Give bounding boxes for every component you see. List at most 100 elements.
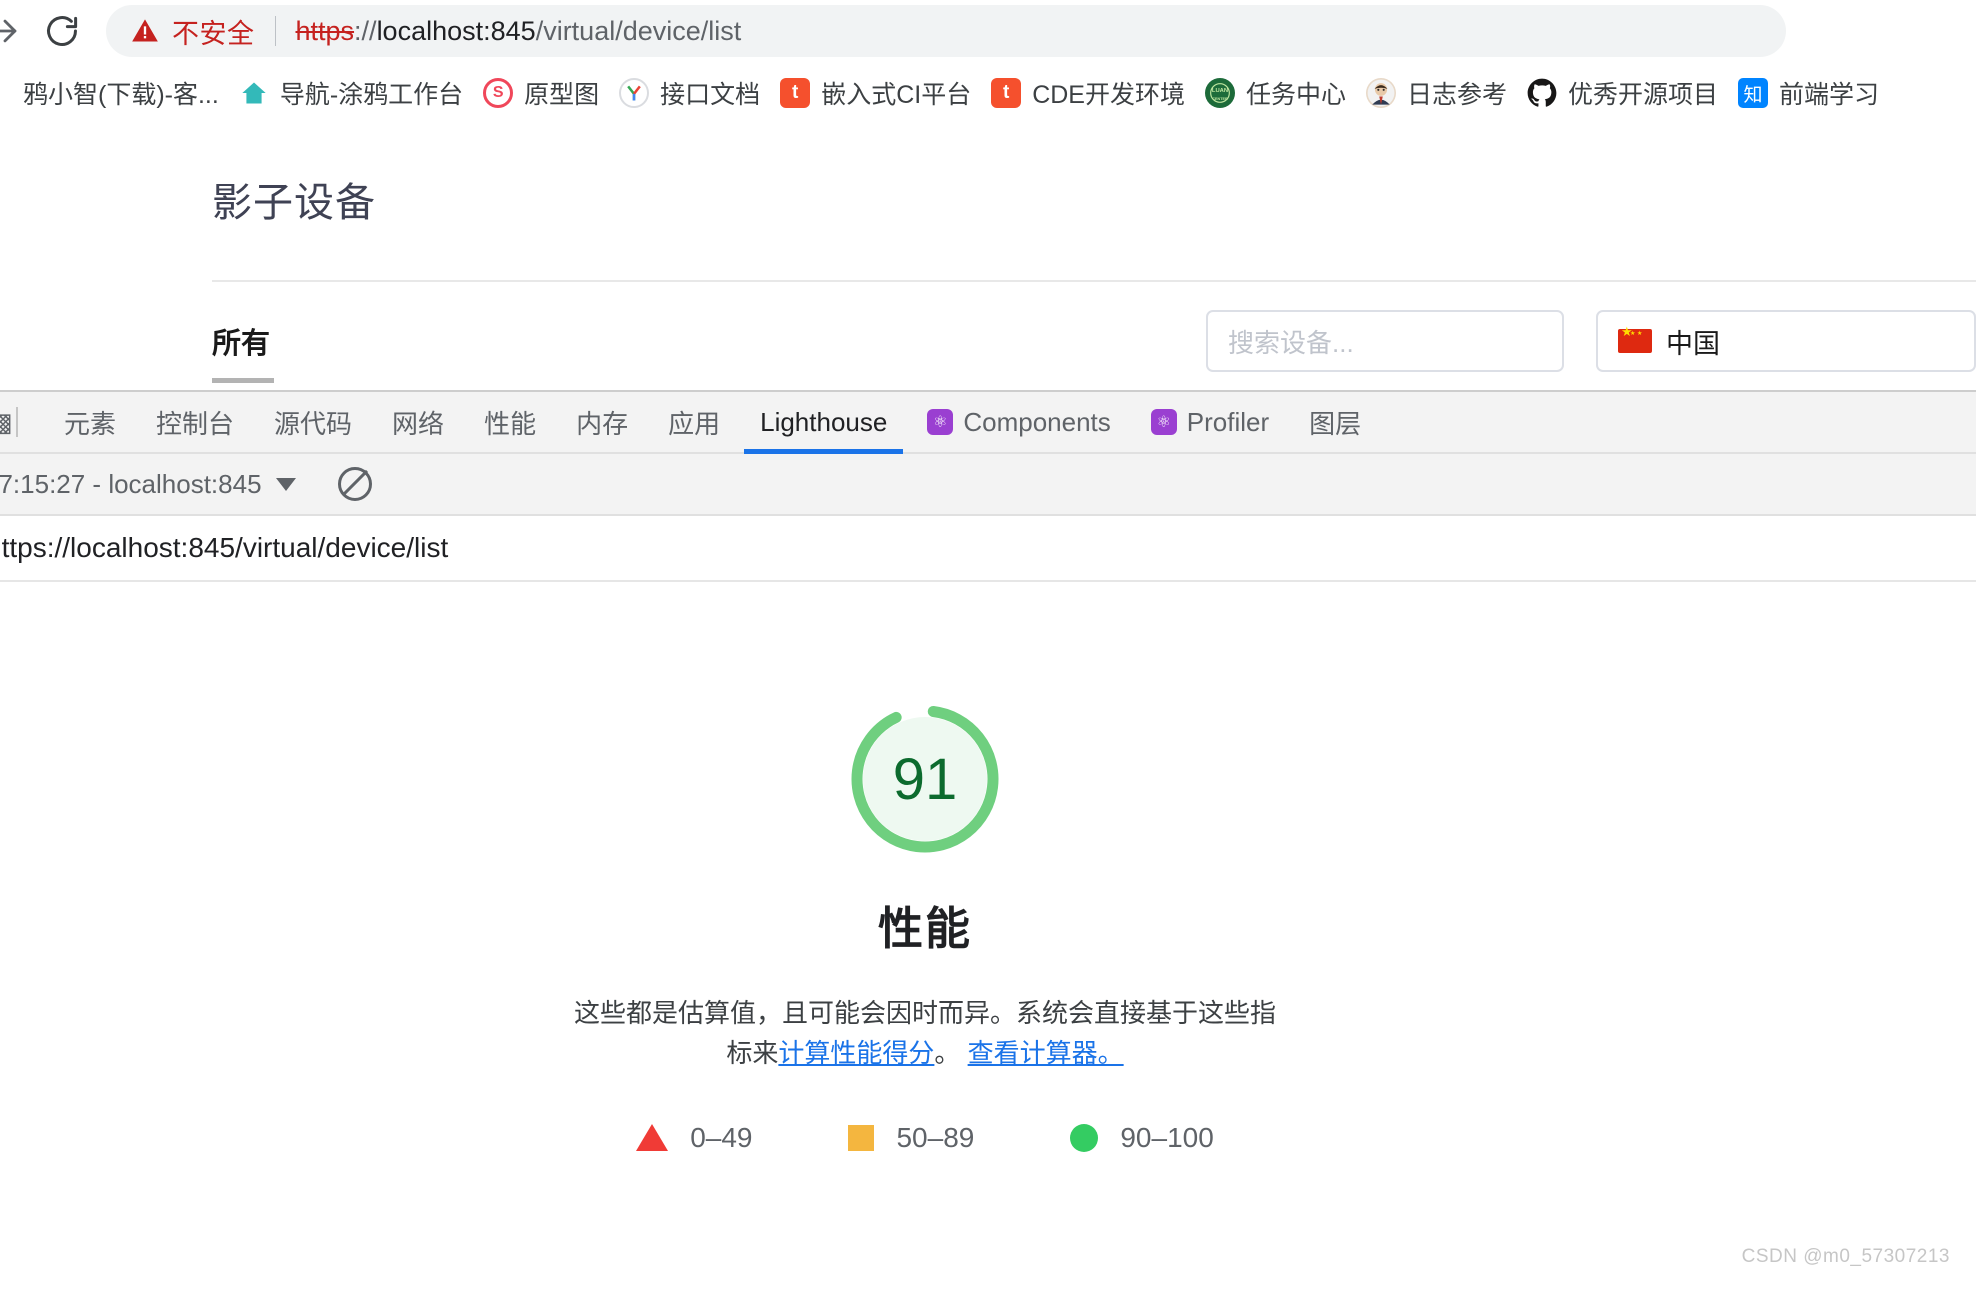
- tab-label: 控制台: [156, 408, 235, 439]
- lighthouse-score-block: 91 性能 这些都是估算值，且可能会因时而异。系统会直接基于这些指 标来计算性能…: [570, 582, 1280, 1154]
- url-text: https://localhost:845/virtual/device/lis…: [296, 16, 742, 47]
- react-icon: ⚛: [927, 409, 954, 435]
- lighthouse-run-label: 17:15:27 - localhost:845: [0, 468, 262, 499]
- bookmark-label: 嵌入式CI平台: [821, 81, 972, 109]
- security-status-label: 不安全: [172, 18, 255, 49]
- search-placeholder: 搜索设备...: [1228, 327, 1354, 358]
- score-calculation-link[interactable]: 计算性能得分: [778, 1038, 934, 1068]
- browser-chrome: 不安全 https://localhost:845/virtual/device…: [0, 0, 1976, 124]
- tab-label: 图层: [1309, 408, 1362, 439]
- web-page-viewport: 影子设备 所有 搜索设备... 中国: [0, 124, 1976, 390]
- clear-icon[interactable]: [337, 467, 372, 501]
- github-icon: [1527, 78, 1558, 108]
- description-line2-prefix: 标来: [726, 1038, 779, 1069]
- tab-label: 内存: [576, 408, 629, 439]
- bookmark-label: 鸦小智(下载)-客...: [23, 81, 219, 109]
- calculator-link[interactable]: 查看计算器。: [968, 1038, 1124, 1068]
- prototype-icon: S: [483, 78, 514, 108]
- bookmark-label: 接口文档: [660, 81, 761, 109]
- tab-elements[interactable]: 元素: [44, 392, 136, 452]
- performance-score: 91: [892, 746, 958, 812]
- tab-all[interactable]: 所有: [212, 310, 270, 362]
- circle-pass-icon: [1070, 1123, 1099, 1152]
- bookmark-item[interactable]: 导航-涂鸦工作台: [229, 71, 473, 115]
- tab-profiler[interactable]: ⚛ Profiler: [1131, 392, 1289, 452]
- tab-layers[interactable]: 图层: [1289, 392, 1381, 452]
- omnibox-divider: [274, 16, 276, 46]
- bookmarks-bar: 鸦小智(下载)-客... 导航-涂鸦工作台 S 原型图 接口文档 t 嵌入式CI…: [0, 62, 1976, 124]
- tab-label: 性能: [484, 408, 537, 439]
- reload-icon[interactable]: [36, 5, 88, 57]
- devtools-panel: ▩ 元素 控制台 源代码 网络 性能 内存 应用 Lighthouse ⚛ Co…: [0, 390, 1976, 1282]
- filter-controls: 搜索设备... 中国: [1206, 310, 1976, 372]
- description-line1: 这些都是估算值，且可能会因时而异。系统会直接基于这些指: [573, 998, 1276, 1028]
- legend-label: 90–100: [1120, 1121, 1214, 1153]
- home-icon: [239, 78, 269, 108]
- search-input[interactable]: 搜索设备...: [1206, 310, 1564, 372]
- square-average-icon: [848, 1124, 875, 1151]
- lighthouse-run-select[interactable]: 17:15:27 - localhost:845: [0, 469, 296, 500]
- bookmark-item[interactable]: t 嵌入式CI平台: [770, 71, 981, 115]
- tab-label: 网络: [392, 408, 445, 439]
- bookmark-item[interactable]: t CDE开发环境: [981, 71, 1195, 115]
- tuya-ci-icon: t: [780, 78, 811, 108]
- log-reference-icon: [1366, 78, 1397, 108]
- legend-item-pass: 90–100: [1070, 1121, 1214, 1154]
- forward-icon[interactable]: [0, 8, 28, 54]
- bookmark-item[interactable]: 优秀开源项目: [1517, 71, 1728, 115]
- url-host: localhost:845: [376, 15, 536, 46]
- country-select[interactable]: 中国: [1596, 310, 1976, 372]
- description-middle: 。: [934, 1038, 968, 1069]
- filter-row: 所有 搜索设备... 中国: [212, 282, 1976, 390]
- devtools-tabbar: ▩ 元素 控制台 源代码 网络 性能 内存 应用 Lighthouse ⚛ Co…: [0, 392, 1976, 454]
- bookmark-label: 前端学习: [1779, 81, 1880, 109]
- omnibox[interactable]: 不安全 https://localhost:845/virtual/device…: [106, 5, 1786, 57]
- svg-text:LUAN: LUAN: [1212, 88, 1228, 94]
- audited-url-bar: https://localhost:845/virtual/device/lis…: [0, 516, 1976, 582]
- legend-label: 0–49: [690, 1121, 753, 1153]
- bookmark-item[interactable]: 接口文档: [609, 71, 770, 115]
- url-separator: ://: [354, 15, 377, 46]
- legend-item-fail: 0–49: [636, 1122, 752, 1154]
- legend-label: 50–89: [896, 1121, 975, 1153]
- page-title: 影子设备: [212, 181, 376, 225]
- tab-application[interactable]: 应用: [648, 392, 740, 452]
- zhihu-icon: 知: [1738, 78, 1769, 108]
- tab-label: Components: [963, 406, 1111, 437]
- bookmark-label: 原型图: [524, 81, 600, 109]
- country-select-value: 中国: [1666, 328, 1720, 359]
- tab-all-underline: [212, 378, 274, 383]
- cn-flag-icon: [1618, 325, 1652, 353]
- bookmark-item[interactable]: 鸦小智(下载)-客...: [0, 71, 229, 115]
- tab-lighthouse[interactable]: Lighthouse: [740, 392, 907, 454]
- tabbar-divider: [16, 407, 18, 437]
- devtools-subbar: 17:15:27 - localhost:845: [0, 454, 1976, 516]
- tab-label: Profiler: [1186, 406, 1270, 437]
- performance-category-title: 性能: [877, 903, 972, 954]
- bookmark-item[interactable]: LUAN CENTER 任务中心: [1195, 71, 1356, 115]
- tab-console[interactable]: 控制台: [136, 392, 254, 452]
- bookmark-label: 优秀开源项目: [1568, 81, 1719, 109]
- bookmark-label: 日志参考: [1407, 81, 1508, 109]
- inspect-panel-icon[interactable]: ▩: [0, 392, 13, 452]
- tab-label: Lighthouse: [760, 406, 888, 437]
- tab-sources[interactable]: 源代码: [254, 392, 372, 452]
- bookmark-item[interactable]: S 原型图: [473, 71, 609, 115]
- api-doc-icon: [619, 78, 650, 108]
- tab-label: 元素: [64, 408, 117, 439]
- csdn-watermark: CSDN @m0_57307213: [1741, 1246, 1950, 1267]
- bookmark-item[interactable]: 知 前端学习: [1728, 71, 1889, 115]
- bookmark-label: CDE开发环境: [1032, 81, 1185, 109]
- task-center-icon: LUAN CENTER: [1205, 78, 1235, 108]
- tab-components[interactable]: ⚛ Components: [907, 392, 1130, 452]
- tab-performance[interactable]: 性能: [464, 392, 556, 452]
- tab-label: 源代码: [274, 408, 353, 439]
- tab-memory[interactable]: 内存: [556, 392, 648, 452]
- chevron-down-icon: [275, 477, 296, 491]
- tab-label: 应用: [668, 408, 721, 439]
- bookmark-label: 任务中心: [1246, 81, 1347, 109]
- audited-url: https://localhost:845/virtual/device/lis…: [0, 532, 449, 563]
- legend-item-average: 50–89: [848, 1122, 974, 1154]
- bookmark-item[interactable]: 日志参考: [1356, 71, 1517, 115]
- tab-network[interactable]: 网络: [372, 392, 464, 452]
